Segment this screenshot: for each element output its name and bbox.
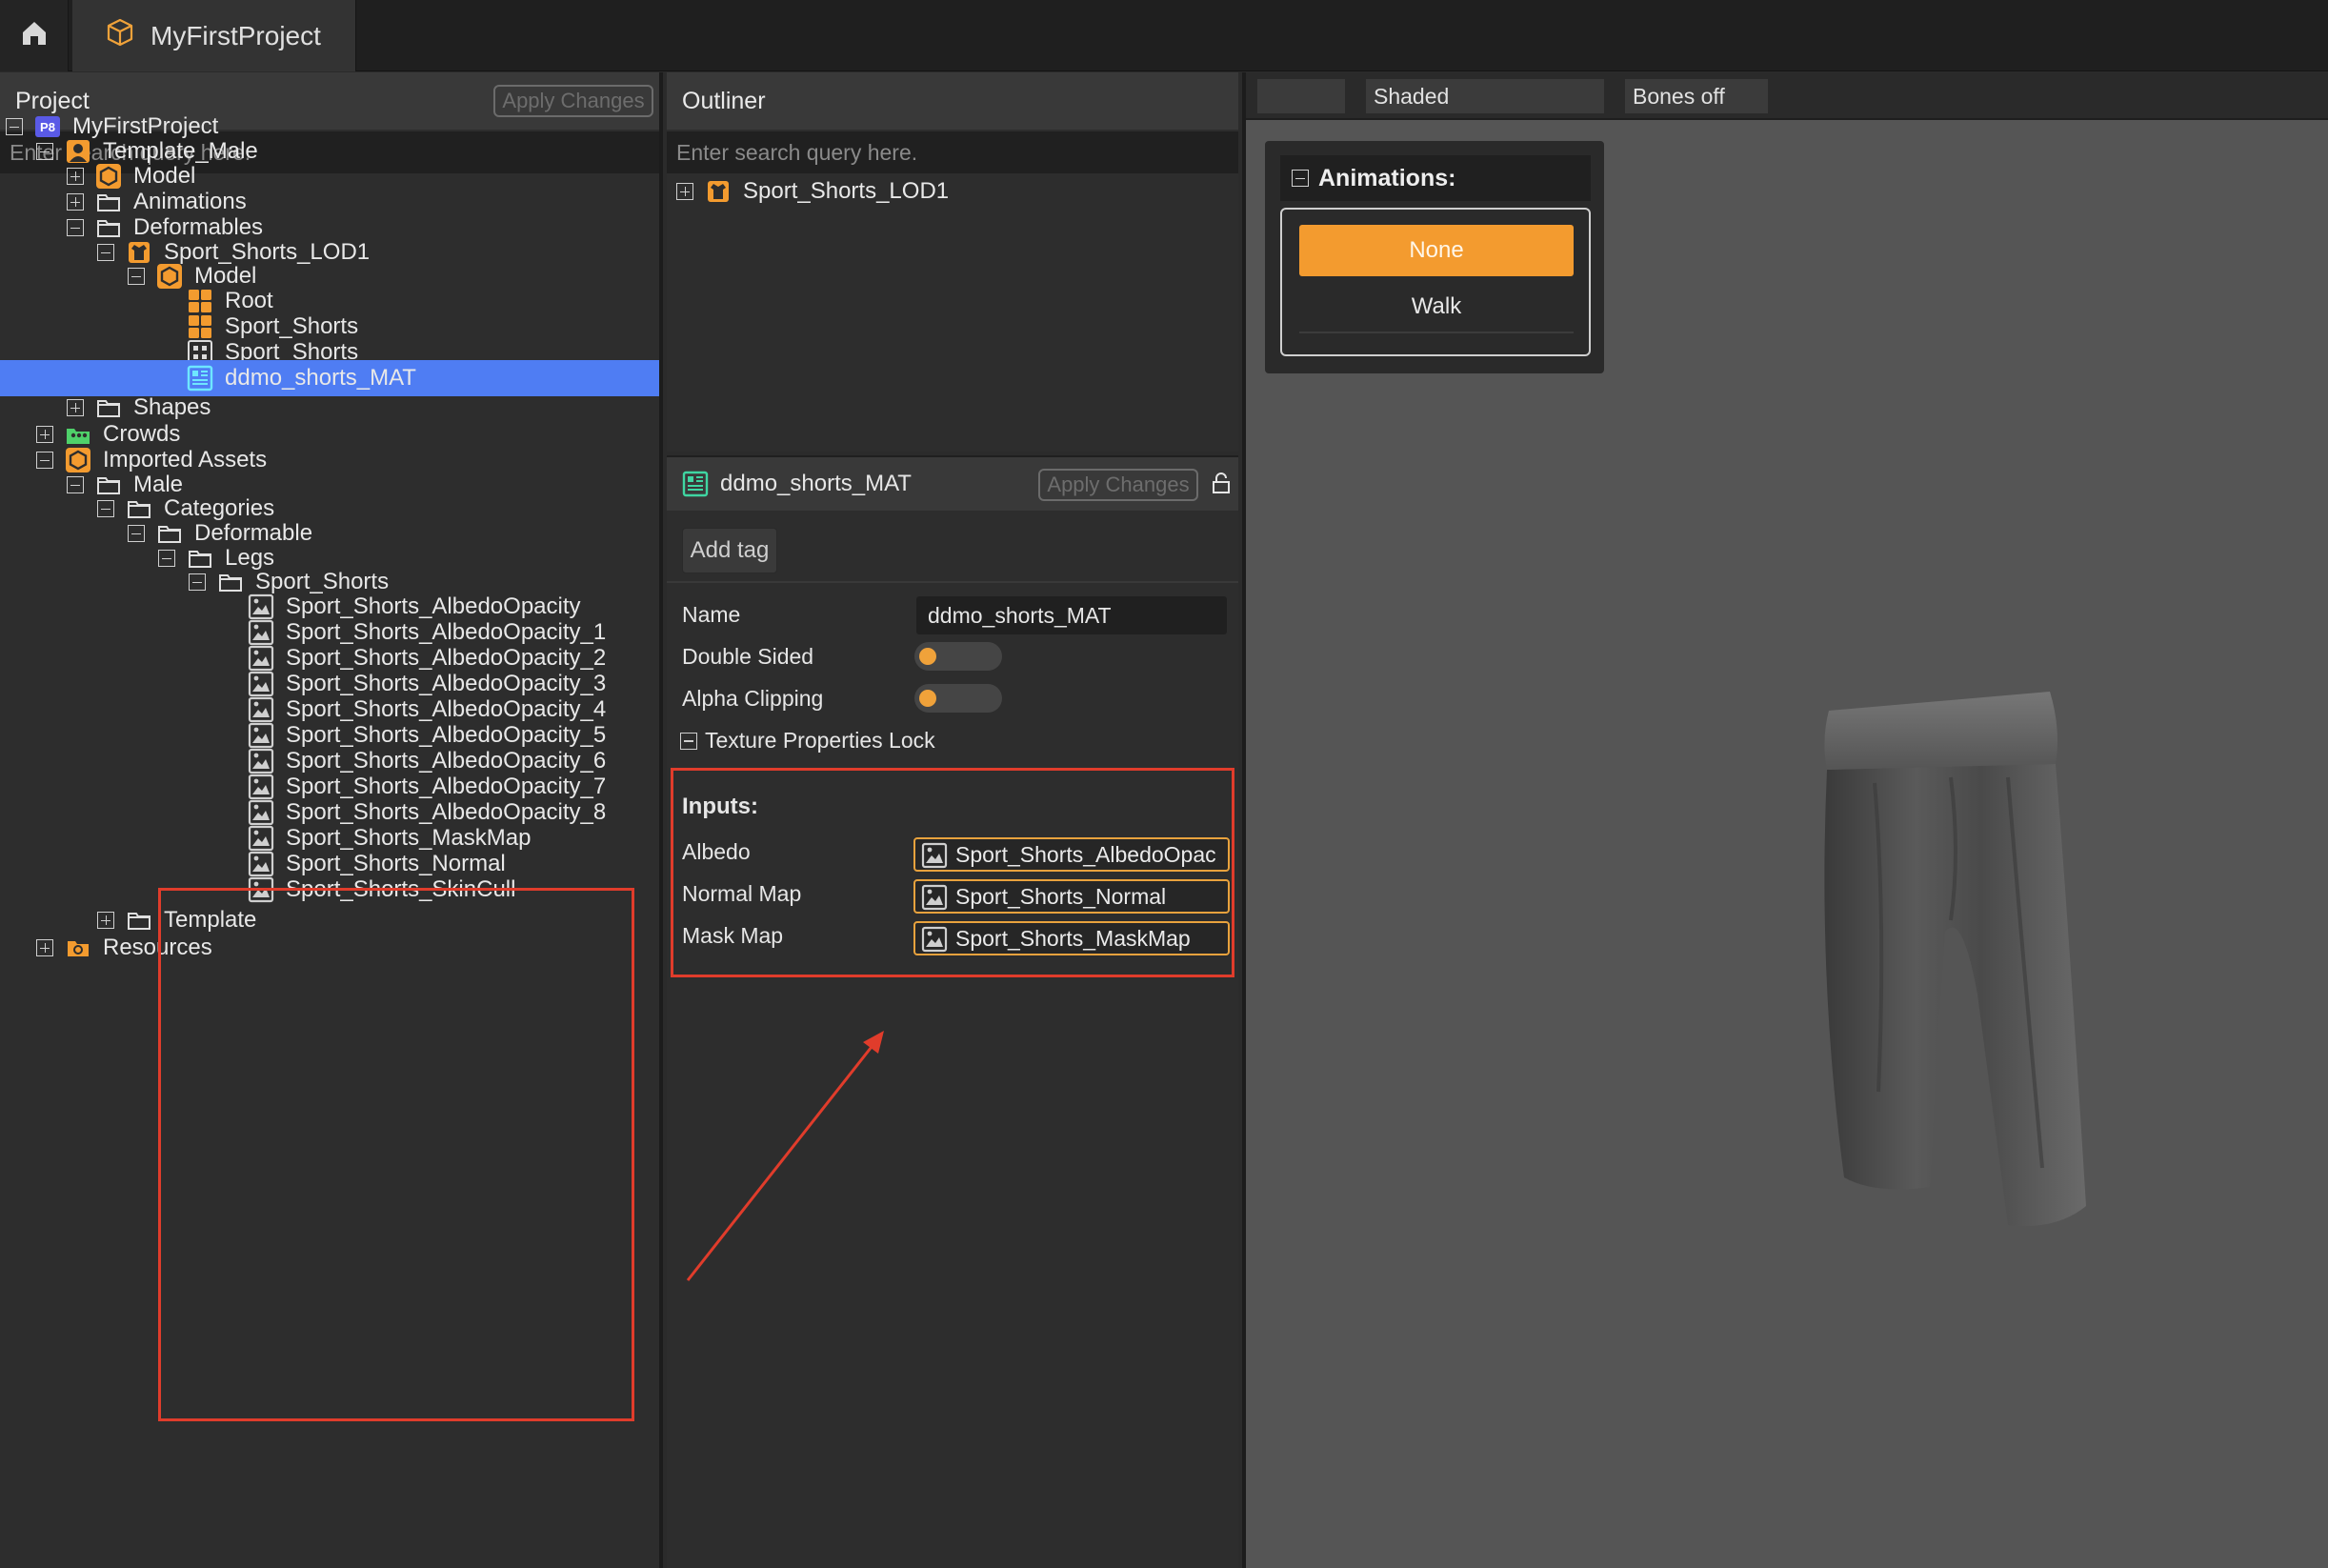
add-tag-button[interactable]: Add tag (682, 528, 777, 573)
outliner-search-input[interactable]: Enter search query here. (667, 131, 1238, 173)
tree-item-label: ddmo_shorts_MAT (225, 365, 416, 391)
mask-map-label: Mask Map (682, 923, 784, 948)
albedo-texture-field[interactable]: Sport_Shorts_AlbedoOpac (913, 837, 1230, 872)
toggle-knob (919, 648, 936, 665)
bones-toggle-button[interactable]: Bones off (1625, 79, 1768, 113)
material-icon (682, 471, 709, 497)
outliner-panel: Outliner Enter search query here. Sport_… (667, 72, 1238, 452)
lock-icon[interactable] (1212, 472, 1231, 501)
double-sided-label: Double Sided (682, 644, 814, 669)
material-icon (187, 365, 213, 392)
project-tab[interactable]: MyFirstProject (72, 0, 356, 71)
normal-map-texture-value: Sport_Shorts_Normal (955, 883, 1167, 909)
outliner-panel-header: Outliner (667, 72, 1238, 130)
home-button[interactable] (0, 0, 69, 71)
mask-map-texture-field[interactable]: Sport_Shorts_MaskMap (913, 921, 1230, 955)
project-tree: P8 MyFirstProject Template_Male Model Animat… (0, 72, 659, 1568)
animations-list: None Walk (1280, 208, 1591, 356)
animations-title: Animations: (1318, 164, 1456, 191)
texture-properties-lock-row[interactable]: Texture Properties Lock (680, 728, 935, 754)
outliner-item-label: Sport_Shorts_LOD1 (743, 178, 950, 204)
name-field[interactable]: ddmo_shorts_MAT (916, 596, 1227, 634)
inputs-section: Inputs: Albedo Sport_Shorts_AlbedoOpac N… (671, 768, 1234, 977)
material-inspector-panel: ddmo_shorts_MAT Apply Changes Add tag Na… (667, 455, 1238, 1568)
image-icon (921, 842, 948, 869)
normal-map-texture-field[interactable]: Sport_Shorts_Normal (913, 879, 1230, 914)
home-icon (20, 19, 49, 52)
svg-text:P8: P8 (40, 120, 55, 134)
expand-toggle-icon[interactable] (67, 193, 84, 211)
albedo-label: Albedo (682, 839, 751, 864)
project-panel: Project Apply Changes Enter search query… (0, 72, 663, 1568)
inputs-title: Inputs: (682, 794, 758, 819)
collapse-toggle-icon[interactable] (1292, 170, 1309, 187)
top-tab-bar: MyFirstProject (0, 0, 2328, 71)
expand-toggle-icon[interactable] (97, 912, 114, 929)
alpha-clipping-label: Alpha Clipping (682, 686, 824, 711)
collapse-toggle-icon[interactable] (680, 732, 697, 750)
double-sided-toggle[interactable] (914, 642, 1002, 671)
material-title: ddmo_shorts_MAT (720, 471, 912, 496)
image-icon (248, 876, 274, 903)
tree-item-label: Resources (103, 935, 212, 960)
alpha-clipping-toggle[interactable] (914, 684, 1002, 713)
camera-dropdown[interactable] (1257, 79, 1345, 113)
material-apply-changes-button[interactable]: Apply Changes (1038, 469, 1198, 501)
outliner-panel-title: Outliner (682, 87, 766, 114)
cube-icon (105, 17, 135, 54)
texture-properties-lock-label: Texture Properties Lock (705, 728, 935, 753)
normal-map-label: Normal Map (682, 881, 802, 906)
expand-toggle-icon[interactable] (36, 426, 53, 443)
project-tab-label: MyFirstProject (151, 20, 321, 50)
animation-option-none[interactable]: None (1299, 225, 1574, 276)
image-icon (921, 926, 948, 953)
toggle-knob (919, 690, 936, 707)
outliner-item[interactable]: Sport_Shorts_LOD1 (676, 173, 949, 210)
mask-map-texture-value: Sport_Shorts_MaskMap (955, 925, 1191, 951)
tree-item-label: Sport_Shorts_SkinCull (286, 876, 516, 902)
garment-icon (705, 178, 732, 205)
expand-toggle-icon[interactable] (36, 939, 53, 956)
albedo-texture-value: Sport_Shorts_AlbedoOpac (955, 841, 1216, 867)
3d-viewport[interactable]: Shaded Bones off Animations: None Walk (1242, 72, 2328, 1568)
image-icon (921, 884, 948, 911)
animations-card: Animations: None Walk (1265, 141, 1604, 373)
animations-header: Animations: (1280, 155, 1591, 201)
expand-toggle-icon[interactable] (67, 168, 84, 185)
expand-toggle-icon[interactable] (67, 399, 84, 416)
divider (667, 581, 1238, 583)
animation-option-walk[interactable]: Walk (1299, 282, 1574, 333)
shorts-3d-model (1824, 692, 2086, 1227)
shading-dropdown[interactable]: Shaded (1366, 79, 1604, 113)
resources-folder-icon (65, 935, 91, 961)
material-header: ddmo_shorts_MAT Apply Changes (667, 457, 1238, 511)
name-label: Name (682, 602, 741, 627)
expand-toggle-icon[interactable] (676, 183, 693, 200)
tree-item[interactable]: Resources (0, 930, 212, 966)
viewport-toolbar: Shaded Bones off (1246, 72, 2328, 120)
